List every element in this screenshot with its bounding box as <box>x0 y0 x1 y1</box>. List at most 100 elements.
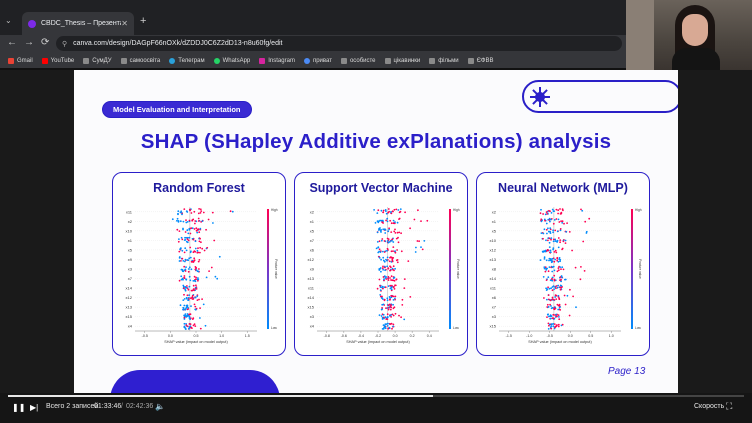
shap-point <box>540 232 543 234</box>
shap-point <box>557 237 560 239</box>
progress-bar[interactable] <box>8 395 744 397</box>
shap-point <box>392 323 395 326</box>
bookmark-samoosvita[interactable]: самоосвіта <box>120 57 160 64</box>
x-tick-label: -0.8 <box>324 334 330 338</box>
reload-button[interactable]: ⟳ <box>41 37 49 48</box>
shap-point <box>556 286 559 289</box>
shap-point <box>543 266 546 268</box>
new-tab-button[interactable]: + <box>140 15 146 27</box>
shap-point <box>391 258 394 260</box>
bookmark-osobyste[interactable]: особисте <box>340 57 376 64</box>
pause-button[interactable]: ❚❚ <box>12 403 25 412</box>
shap-point <box>184 328 187 330</box>
x-tick-label: 0.2 <box>410 334 415 338</box>
shap-point <box>379 219 381 222</box>
feature-label: x5 <box>128 247 133 252</box>
pryvat-icon <box>303 57 310 64</box>
bookmark-telegram[interactable]: Телеграм <box>169 57 205 64</box>
shap-point <box>543 297 545 299</box>
shap-point <box>559 241 561 244</box>
shap-point <box>557 284 560 287</box>
shap-point <box>392 246 395 248</box>
shap-point <box>196 295 199 298</box>
x-tick-label: 1.0 <box>609 334 614 338</box>
shap-point <box>201 247 204 250</box>
shap-point <box>557 218 560 221</box>
webcam-person-face <box>682 14 708 46</box>
feature-label: x11 <box>490 286 497 291</box>
shap-point <box>194 250 197 253</box>
shap-point <box>393 288 396 290</box>
bookmark-youtube[interactable]: YouTube <box>41 57 74 64</box>
shap-point <box>211 211 214 214</box>
colorbar-title: Feature value <box>638 259 642 279</box>
fullscreen-button[interactable]: ⛶ <box>726 401 732 412</box>
volume-icon[interactable]: 🔈 <box>155 402 165 411</box>
shap-point <box>585 230 588 233</box>
shap-point <box>194 222 196 225</box>
shap-point <box>552 238 555 241</box>
shap-point <box>549 227 552 230</box>
colorbar-low-label: Low <box>635 326 642 330</box>
shap-point <box>547 328 550 330</box>
back-button[interactable]: ← <box>7 37 17 48</box>
shap-point <box>199 212 202 214</box>
shap-point <box>559 286 561 289</box>
feature-label: x4 <box>128 324 133 329</box>
shap-point <box>392 299 395 301</box>
shap-point <box>197 251 200 254</box>
shap-point <box>556 230 559 233</box>
shap-point <box>557 267 560 269</box>
shap-point <box>542 237 544 240</box>
bookmark-yefvv[interactable]: ЄФВВ <box>467 57 493 64</box>
shap-point <box>389 298 391 301</box>
shap-point <box>380 229 382 231</box>
shap-point <box>392 250 394 252</box>
bookmark-tsikavynky[interactable]: цікавинки <box>384 57 420 64</box>
shap-point <box>181 277 184 280</box>
tab-close-icon[interactable]: ✕ <box>121 19 128 28</box>
bookmark-whatsapp[interactable]: WhatsApp <box>213 57 250 64</box>
bookmark-instagram[interactable]: Instagram <box>259 57 295 64</box>
tab-active[interactable]: CBDC_Thesis – Презентація ✕ <box>22 12 134 35</box>
bookmark-sumdu[interactable]: СумДУ <box>83 57 112 64</box>
shap-point <box>539 212 542 215</box>
shap-point <box>552 231 554 234</box>
tab-search-icon[interactable]: ⌄ <box>5 16 12 25</box>
feature-label: x10 <box>126 228 133 233</box>
gmail-icon <box>8 57 14 64</box>
shap-point <box>546 232 548 235</box>
feature-value-colorbar <box>267 209 269 329</box>
next-button[interactable]: ▶| <box>30 403 38 412</box>
bookmark-filmy[interactable]: фільми <box>429 57 459 64</box>
shap-point <box>380 315 383 317</box>
shap-point <box>184 258 187 261</box>
colorbar-title: Feature value <box>456 259 460 279</box>
shap-point <box>384 232 387 234</box>
shap-point <box>554 325 557 328</box>
shap-point <box>547 276 550 279</box>
bookmark-gmail[interactable]: Gmail <box>8 57 33 64</box>
bookmark-pryvat[interactable]: приват <box>303 57 332 64</box>
address-bar[interactable]: ⚲ canva.com/design/DAGpF66nOXk/dZDDJ0C6Z… <box>56 36 622 51</box>
shap-point <box>186 325 189 328</box>
shap-point <box>199 208 202 211</box>
shap-point <box>185 296 188 299</box>
shap-point <box>188 285 191 288</box>
shap-point <box>392 303 394 306</box>
folder-icon <box>384 57 391 64</box>
shap-point <box>184 239 187 241</box>
speed-button[interactable]: Скорость <box>694 403 724 410</box>
feature-label: x7 <box>128 276 133 281</box>
shap-point <box>183 208 186 210</box>
shap-point <box>544 219 546 222</box>
forward-button[interactable]: → <box>24 37 34 48</box>
shap-point <box>188 294 190 297</box>
shap-point <box>560 280 562 283</box>
shap-point <box>571 249 573 252</box>
shap-point <box>420 220 422 222</box>
shap-point <box>543 267 546 270</box>
site-info-icon[interactable]: ⚲ <box>62 40 67 48</box>
shap-point <box>579 278 582 281</box>
shap-point <box>390 211 392 213</box>
